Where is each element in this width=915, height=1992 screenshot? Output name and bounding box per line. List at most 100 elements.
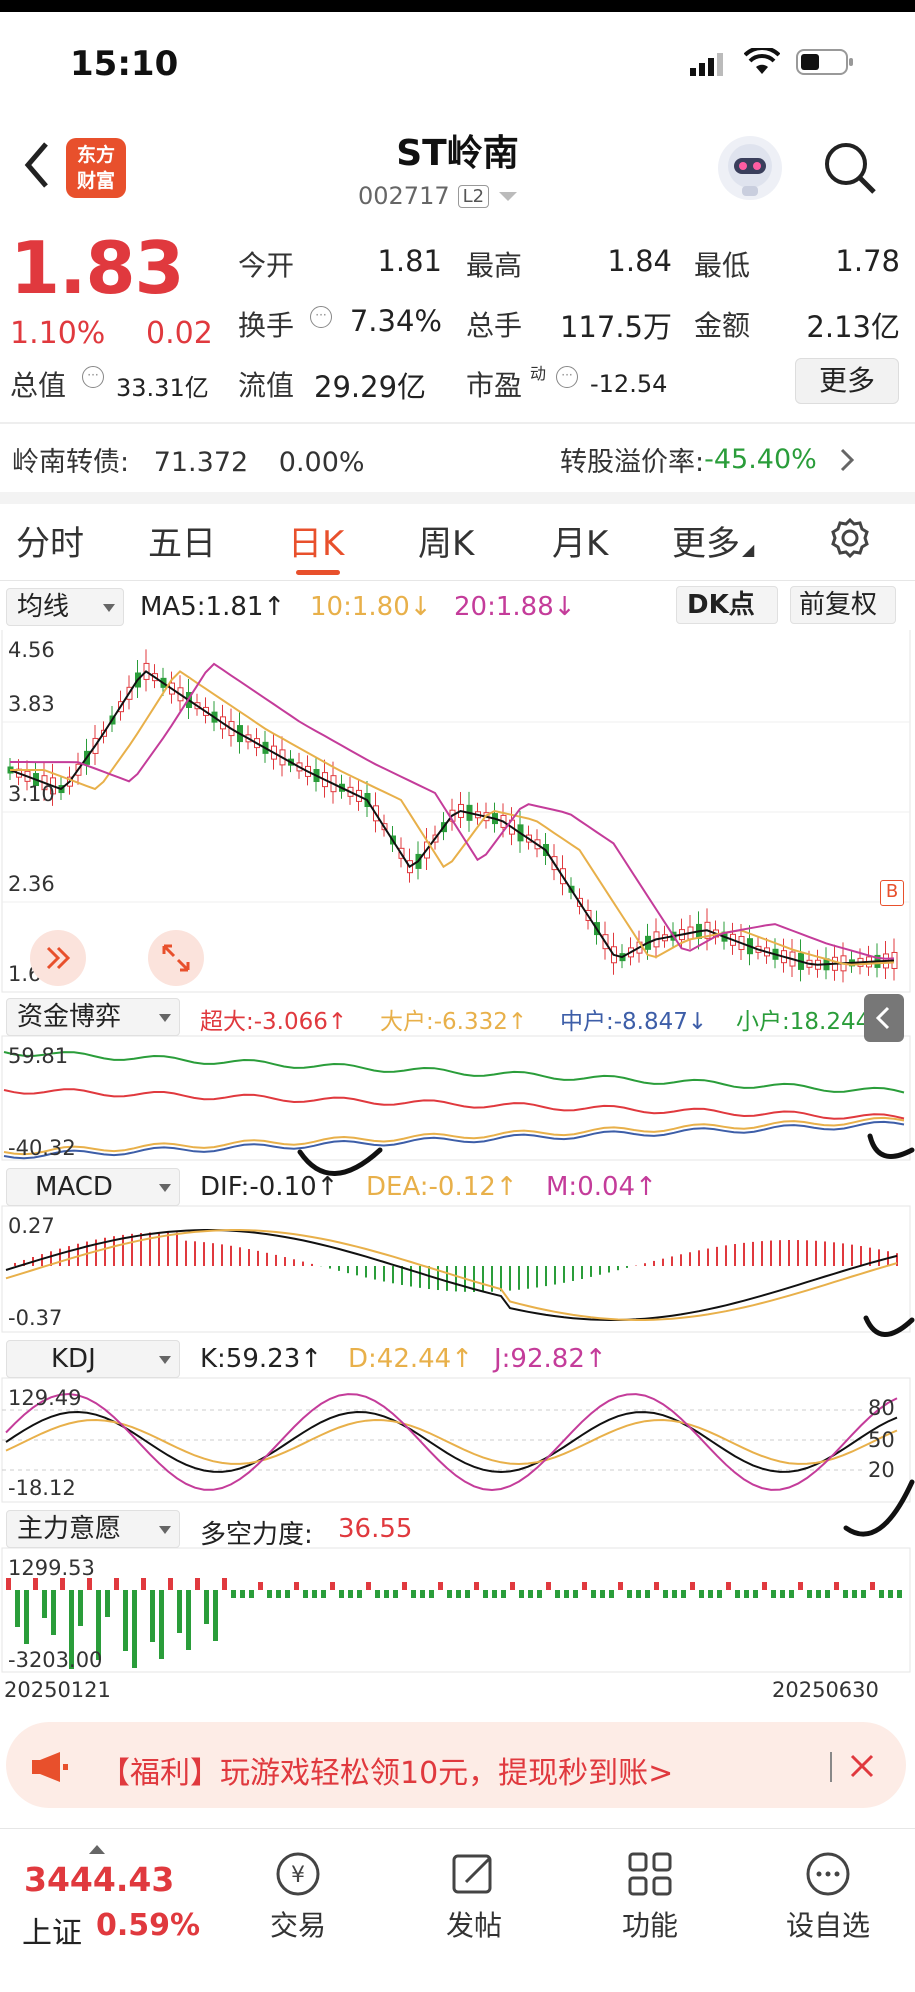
main-force-bar <box>393 1590 398 1598</box>
main-force-bar <box>105 1590 110 1617</box>
main-force-bar <box>762 1582 767 1590</box>
functions-grid-icon[interactable] <box>590 1848 710 1904</box>
premium-row[interactable]: 转股溢价率: -45.40% <box>560 440 857 479</box>
settings-gear-icon[interactable] <box>828 516 872 564</box>
main-force-selector[interactable]: 主力意愿 <box>6 1510 180 1548</box>
bond-row[interactable]: 岭南转债: 71.372 0.00% <box>12 440 365 479</box>
volume-value: 117.5万 <box>559 310 672 344</box>
double-chevron-right-icon <box>46 946 71 970</box>
fund-line <box>3 1051 905 1094</box>
main-force-bar <box>24 1590 29 1644</box>
main-force-bar <box>636 1590 641 1598</box>
turnover-label: 换手 <box>238 309 295 342</box>
main-force-bar <box>528 1590 533 1598</box>
main-force-bar <box>789 1590 794 1598</box>
ma-selector[interactable]: 均线 <box>6 588 124 626</box>
nav-trade[interactable]: 交易 <box>238 1904 358 1944</box>
collapse-button[interactable] <box>864 994 904 1042</box>
stock-code-row[interactable]: 002717 L2 <box>358 182 521 210</box>
change-amount: 0.02 <box>146 316 213 351</box>
main-force-bar <box>438 1582 443 1590</box>
main-force-bar <box>366 1582 371 1590</box>
tab-more[interactable]: 更多 ◢ <box>672 516 754 565</box>
nav-watchlist[interactable]: 设自选 <box>768 1904 888 1944</box>
main-force-bar <box>132 1590 137 1668</box>
tab-daily-k[interactable]: 日K <box>288 516 344 565</box>
main-force-bar <box>141 1578 146 1590</box>
divider <box>0 1828 915 1829</box>
megaphone-icon <box>30 1750 70 1788</box>
main-force-bar <box>303 1590 308 1598</box>
more-quote-button[interactable]: 更多 <box>795 358 899 404</box>
pe-info-icon[interactable]: ··· <box>556 364 578 388</box>
promo-text[interactable]: 【福利】玩游戏轻松领10元，提现秒到账> <box>100 1748 673 1792</box>
status-time: 15:10 <box>70 44 179 84</box>
main-force-bar <box>204 1590 209 1624</box>
tab-monthly-k[interactable]: 月K <box>552 516 608 565</box>
main-force-bar <box>321 1590 326 1598</box>
open-label: 今开 <box>238 249 295 282</box>
main-force-bar <box>312 1590 317 1598</box>
main-force-bar <box>609 1590 614 1598</box>
kdj-level-80: 80 <box>868 1396 895 1420</box>
main-force-bar <box>42 1590 47 1618</box>
main-force-bar <box>744 1590 749 1598</box>
buy-marker[interactable]: B <box>880 880 904 906</box>
main-force-bar <box>267 1590 272 1598</box>
main-force-bar <box>771 1590 776 1598</box>
index-value[interactable]: 3444.43 <box>24 1860 174 1899</box>
trade-icon[interactable]: ¥ <box>238 1848 358 1904</box>
close-icon[interactable] <box>848 1752 876 1784</box>
main-force-value: 36.55 <box>338 1514 413 1544</box>
fund-y-bottom: -40.32 <box>8 1136 76 1160</box>
more-dots-icon[interactable] <box>768 1848 888 1904</box>
fullscreen-button[interactable] <box>148 930 204 986</box>
macd-m: M:0.04↑ <box>546 1172 657 1202</box>
y-label-top: 4.56 <box>8 638 55 662</box>
nav-functions[interactable]: 功能 <box>590 1904 710 1944</box>
main-force-bar <box>384 1590 389 1598</box>
current-price: 1.83 <box>10 226 185 310</box>
tab-weekly-k[interactable]: 周K <box>418 516 474 565</box>
main-force-bar <box>294 1582 299 1590</box>
adjust-button[interactable]: 前复权 <box>790 586 896 624</box>
mktcap-value: 33.31亿 <box>116 374 209 402</box>
main-force-bar <box>672 1590 677 1598</box>
dk-point-button[interactable]: DK点 <box>676 586 778 624</box>
kdj-lines <box>5 1392 898 1492</box>
tab-five-day[interactable]: 五日 <box>148 516 216 565</box>
kdj-y-top: 129.49 <box>8 1386 82 1410</box>
nav-post[interactable]: 发帖 <box>414 1904 534 1944</box>
main-force-bar <box>537 1590 542 1598</box>
fund-selector[interactable]: 资金博弈 <box>6 998 180 1036</box>
main-force-bar <box>348 1590 353 1598</box>
main-force-bar <box>447 1590 452 1598</box>
main-force-bar <box>564 1590 569 1598</box>
ma10-label: 10:1.80↓ <box>310 592 432 622</box>
main-force-bar <box>852 1590 857 1598</box>
main-force-bar <box>816 1590 821 1598</box>
wifi-icon <box>743 45 781 80</box>
main-force-bar <box>258 1582 263 1590</box>
premium-value: -45.40% <box>704 444 817 475</box>
x-axis-start: 20250121 <box>4 1678 111 1702</box>
expand-left-button[interactable] <box>30 930 86 986</box>
turnover-info-icon[interactable]: ··· <box>310 304 332 328</box>
robot-assistant-icon[interactable] <box>718 136 782 200</box>
ma5-label: MA5:1.81↑ <box>140 592 286 622</box>
macd-selector[interactable]: MACD <box>6 1168 180 1206</box>
search-icon[interactable] <box>822 140 878 200</box>
macd-histogram <box>5 1229 898 1321</box>
fund-line <box>3 1116 905 1156</box>
macd-dif: DIF:-0.10↑ <box>200 1172 339 1202</box>
kdj-selector[interactable]: KDJ <box>6 1340 180 1378</box>
post-icon[interactable] <box>414 1848 534 1904</box>
mktcap-info-icon[interactable]: ··· <box>82 364 104 388</box>
fund-large: 大户:-6.332↑ <box>380 1009 528 1035</box>
main-force-bar <box>240 1590 245 1598</box>
y-label-3: 3.10 <box>8 782 55 806</box>
main-force-bar <box>402 1582 407 1590</box>
tab-intraday[interactable]: 分时 <box>16 516 84 565</box>
high-label: 最高 <box>466 249 523 282</box>
section-gap <box>0 492 915 504</box>
